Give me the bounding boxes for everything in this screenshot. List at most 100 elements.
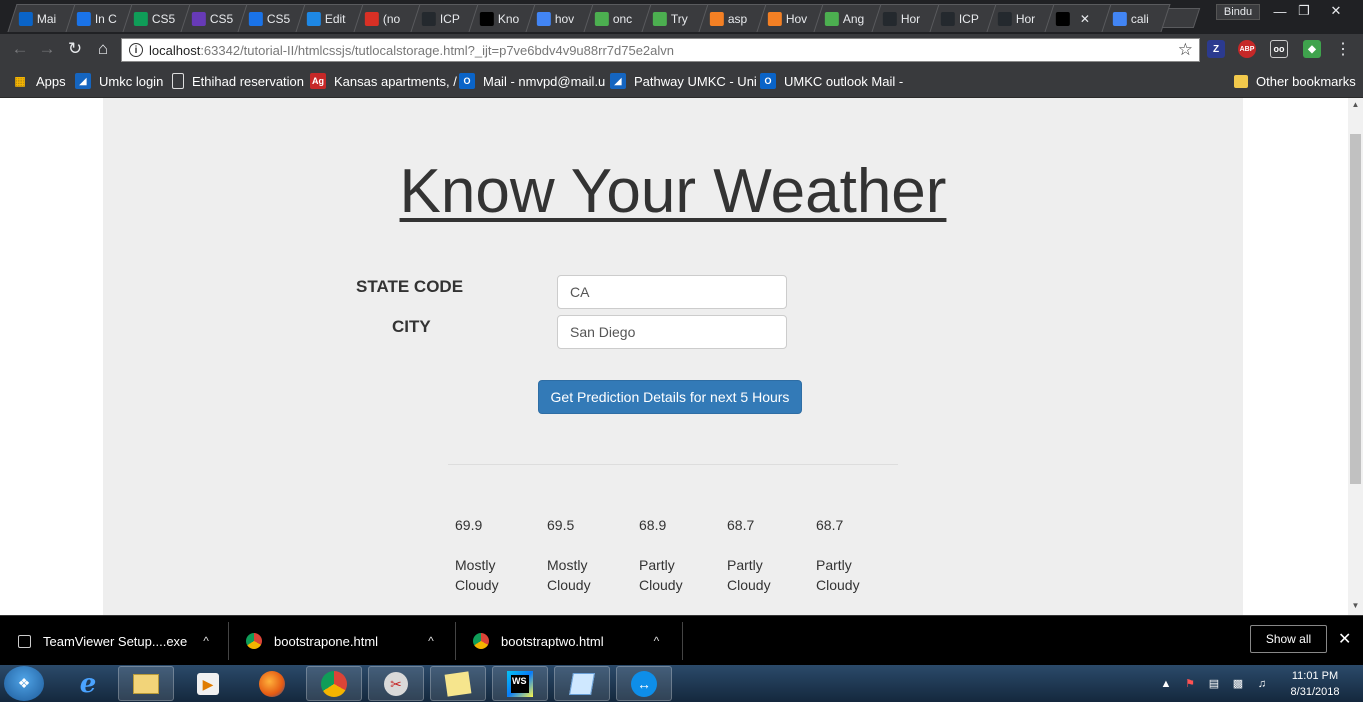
get-prediction-button[interactable]: Get Prediction Details for next 5 Hours: [538, 380, 802, 414]
action-center-icon[interactable]: ⚑: [1182, 676, 1198, 692]
tab-content: Mai: [13, 5, 71, 32]
forward-icon[interactable]: →: [37, 39, 57, 59]
tab-content: cali: [1107, 5, 1165, 32]
tab-label: ICP: [440, 11, 461, 26]
github-icon: [998, 11, 1013, 26]
forecast-hour-1: 69.9 Mostly Cloudy: [455, 515, 525, 595]
tab-content: CS5: [128, 5, 186, 32]
snipping-tool-icon[interactable]: ✂: [368, 666, 424, 701]
state-code-input[interactable]: [557, 275, 787, 309]
bookmark-label: Apps: [36, 73, 66, 89]
new-tab-button[interactable]: [1161, 8, 1201, 28]
power-icon[interactable]: ▤: [1206, 676, 1222, 692]
bookmark-label: Mail - nmvpd@mail.u: [483, 73, 606, 89]
webstorm-icon[interactable]: WS: [492, 666, 548, 701]
tab-label: Hor: [900, 11, 921, 26]
bookmark-ethihad[interactable]: Ethihad reservation: [172, 73, 304, 89]
clock[interactable]: 11:01 PM 8/31/2018: [1282, 668, 1348, 700]
internet-explorer-icon[interactable]: e: [60, 666, 116, 701]
bookmark-label: Pathway UMKC - Uni: [634, 73, 757, 89]
firefox-icon[interactable]: [244, 666, 300, 701]
tab-content: Edit: [301, 5, 359, 32]
info-icon[interactable]: i: [129, 43, 143, 57]
forecast-condition: Partly Cloudy: [639, 557, 683, 593]
forecast-hour-5: 68.7 Partly Cloudy: [816, 515, 886, 595]
url-text[interactable]: localhost:63342/tutorial-II/htmlcssjs/tu…: [149, 43, 674, 58]
incognito-extension-icon[interactable]: oo: [1270, 40, 1288, 58]
github-icon: [882, 11, 897, 26]
tab-label: cali: [1131, 11, 1150, 26]
clock-time: 11:01 PM: [1291, 670, 1339, 682]
scroll-thumb[interactable]: [1350, 134, 1361, 484]
address-bar[interactable]: i localhost:63342/tutorial-II/htmlcssjs/…: [121, 38, 1200, 62]
back-icon[interactable]: ←: [10, 39, 30, 59]
tab-label: CS5: [152, 11, 176, 26]
bookmark-mail[interactable]: O Mail - nmvpd@mail.u: [459, 73, 605, 89]
tab-content: CS5: [243, 5, 301, 32]
reload-icon[interactable]: ↻: [65, 39, 85, 59]
download-separator: [455, 622, 456, 660]
close-window-button[interactable]: ✕: [1324, 2, 1348, 20]
show-all-button[interactable]: Show all: [1250, 625, 1327, 653]
minimize-button[interactable]: —: [1268, 2, 1292, 20]
page-viewport: Know Your Weather STATE CODE CITY Get Pr…: [0, 98, 1348, 615]
other-bookmarks[interactable]: Other bookmarks: [1234, 73, 1356, 89]
bookmark-umkc-login[interactable]: ◢ Umkc login: [75, 73, 163, 89]
menu-icon[interactable]: ⋮: [1333, 39, 1353, 59]
restore-button[interactable]: ❐: [1292, 2, 1316, 20]
download-item-bootstraptwo[interactable]: bootstraptwo.html ^: [473, 616, 659, 666]
close-icon[interactable]: ✕: [1338, 629, 1351, 649]
divider: [448, 464, 898, 465]
city-input[interactable]: [557, 315, 787, 349]
media-player-icon[interactable]: ▶: [180, 666, 236, 701]
tab-close-icon[interactable]: ✕: [1080, 12, 1090, 26]
network-icon[interactable]: ▩: [1230, 676, 1246, 692]
bookmark-apps[interactable]: ▦ Apps: [12, 73, 66, 89]
bookmark-kansas-apartments[interactable]: Ag Kansas apartments, /: [310, 73, 457, 89]
notepad-icon[interactable]: [554, 666, 610, 701]
vertical-scrollbar[interactable]: ▲ ▼: [1348, 98, 1363, 615]
tab-label: asp: [728, 11, 748, 26]
start-button[interactable]: ❖: [4, 666, 44, 701]
forecast-condition: Mostly Cloudy: [455, 557, 499, 593]
adblock-plus-icon[interactable]: ABP: [1238, 40, 1256, 58]
tab-label: Ang: [843, 11, 865, 26]
download-filename: bootstraptwo.html: [501, 633, 604, 649]
box-icon: [76, 11, 91, 26]
forecast-temp: 68.7: [816, 517, 844, 533]
chrome-icon[interactable]: [306, 666, 362, 701]
file-explorer-icon[interactable]: [118, 666, 174, 701]
umkc-icon: ◢: [75, 73, 91, 89]
w3schools-icon: [825, 11, 840, 26]
show-hidden-icons-icon[interactable]: ▲: [1158, 676, 1174, 692]
webstorm-icon: [479, 11, 494, 26]
folder-icon: [1234, 74, 1248, 88]
tab-label: Hor: [1016, 11, 1036, 26]
home-icon[interactable]: ⌂: [93, 39, 113, 59]
download-item-teamviewer[interactable]: TeamViewer Setup....exe ^: [18, 616, 209, 666]
download-filename: TeamViewer Setup....exe: [43, 633, 188, 649]
bookmark-umkc-outlook[interactable]: O UMKC outlook Mail -: [760, 73, 903, 89]
z-extension-icon[interactable]: Z: [1207, 40, 1225, 58]
chevron-up-icon[interactable]: ^: [203, 634, 209, 648]
ag-icon: Ag: [310, 73, 326, 89]
scroll-up-arrow-icon[interactable]: ▲: [1348, 100, 1363, 112]
outlook-icon: O: [459, 73, 475, 89]
bookmark-pathway[interactable]: ◢ Pathway UMKC - Uni: [610, 73, 757, 89]
outlook-icon: O: [760, 73, 776, 89]
scroll-down-arrow-icon[interactable]: ▼: [1348, 601, 1363, 613]
chevron-up-icon[interactable]: ^: [654, 634, 660, 648]
download-item-bootstrapone[interactable]: bootstrapone.html ^: [246, 616, 434, 666]
teamviewer-icon[interactable]: ↔: [616, 666, 672, 701]
outlook-icon: [18, 11, 33, 26]
profile-button[interactable]: Bindu: [1216, 4, 1260, 20]
chevron-up-icon[interactable]: ^: [428, 634, 434, 648]
volume-icon[interactable]: ♫: [1254, 676, 1270, 692]
chrome-icon: [246, 633, 262, 649]
bookmark-star-icon[interactable]: ☆: [1178, 40, 1193, 60]
sticky-notes-icon[interactable]: [430, 666, 486, 701]
google-icon: [1113, 11, 1128, 26]
forecast-hour-3: 68.9 Partly Cloudy: [639, 515, 709, 595]
stackoverflow-icon: [710, 11, 725, 26]
shield-extension-icon[interactable]: ◆: [1303, 40, 1321, 58]
